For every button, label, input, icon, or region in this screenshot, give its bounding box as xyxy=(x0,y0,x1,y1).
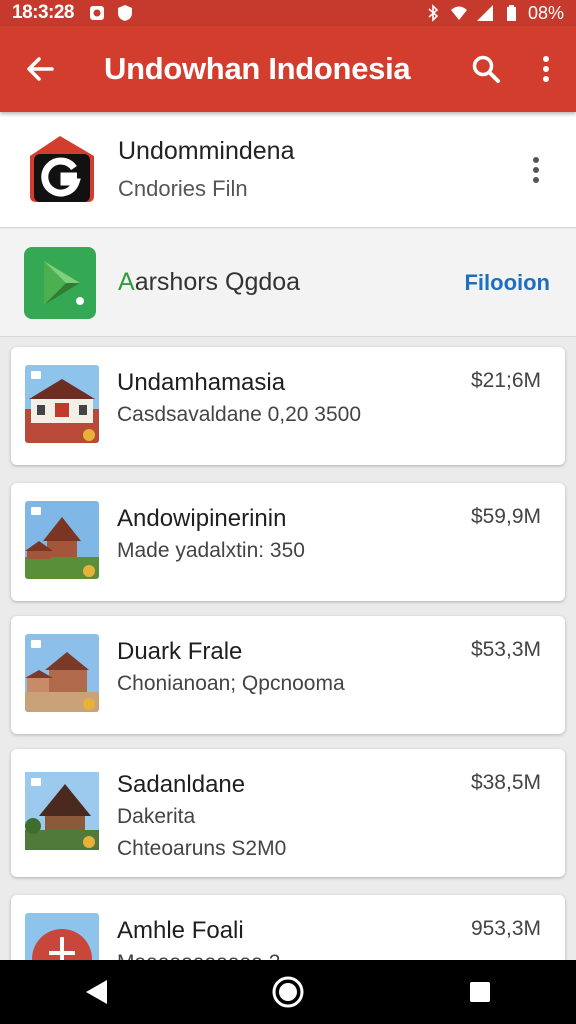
nav-home-icon xyxy=(272,976,304,1008)
follow-link[interactable]: Filooion xyxy=(464,270,550,296)
battery-percent: 08% xyxy=(527,2,564,23)
app-bar: Undowhan Indonesia xyxy=(0,26,576,112)
listing-name: Sadanldane xyxy=(117,771,246,798)
listing-thumbnail xyxy=(25,634,99,712)
promo-row[interactable]: Aarshors Qgdoa Filooion xyxy=(0,229,576,337)
developer-header[interactable]: Undommindena Cndories Filn xyxy=(0,112,576,228)
listing-price: $21;6M xyxy=(470,369,541,392)
listing-card[interactable]: Duark Frale $53,3M Chonianoan; Qpcnooma xyxy=(11,616,565,734)
developer-subtitle: Cndories Filn xyxy=(118,176,248,201)
promo-label: Aarshors Qgdoa xyxy=(118,268,301,296)
listing-detail-secondary: Chteoaruns S2M0 xyxy=(117,837,287,860)
listing-detail: Chonianoan; Qpcnooma xyxy=(117,672,345,695)
bluetooth-icon xyxy=(428,4,439,22)
app-logo-icon xyxy=(30,135,94,202)
nav-recents-icon xyxy=(470,982,490,1002)
nav-recents-button[interactable] xyxy=(440,960,520,1024)
battery-icon xyxy=(506,5,516,21)
listing-price: $53,3M xyxy=(470,638,541,661)
search-icon xyxy=(472,55,500,83)
developer-name: Undommindena xyxy=(118,137,295,165)
listing-card[interactable]: Andowipinerinin $59,9M Made yadalxtin: 3… xyxy=(11,483,565,601)
listing-name: Amhle Foali xyxy=(117,917,244,944)
listing-thumbnail xyxy=(25,365,99,443)
header-more-button[interactable] xyxy=(506,140,566,200)
listing-detail: Made yadalxtin: 350 xyxy=(117,539,305,562)
more-vertical-icon xyxy=(543,56,549,82)
listing-thumbnail xyxy=(25,501,99,579)
listing-detail: Casdsavaldane 0,20 3500 xyxy=(117,403,362,426)
search-button[interactable] xyxy=(456,26,516,112)
nav-back-icon xyxy=(86,980,107,1004)
play-store-icon xyxy=(24,246,96,319)
back-arrow-icon xyxy=(27,57,54,81)
back-button[interactable] xyxy=(0,26,80,112)
wifi-icon xyxy=(450,6,467,20)
overflow-menu-button[interactable] xyxy=(516,26,576,112)
listing-price: $38,5M xyxy=(470,771,541,794)
notification-icon xyxy=(90,6,104,20)
listing-card[interactable]: Sadanldane $38,5M Dakerita Chteoaruns S2… xyxy=(11,749,565,877)
status-time: 18:3:28 xyxy=(12,2,75,23)
listing-price: $59,9M xyxy=(470,505,541,528)
signal-icon xyxy=(476,5,493,21)
nav-back-button[interactable] xyxy=(56,960,136,1024)
nav-home-button[interactable] xyxy=(248,960,328,1024)
listing-card[interactable]: Undamhamasia $21;6M Casdsavaldane 0,20 3… xyxy=(11,347,565,465)
listing-thumbnail xyxy=(25,772,99,850)
shield-icon xyxy=(118,5,132,21)
listing-price: 953,3M xyxy=(470,917,541,940)
status-bar: 18:3:28 08% xyxy=(0,0,576,26)
listing-name: Undamhamasia xyxy=(117,369,286,396)
listing-detail: Dakerita xyxy=(117,805,196,828)
page-title: Undowhan Indonesia xyxy=(104,51,411,86)
system-nav-bar xyxy=(0,960,576,1024)
more-vertical-icon xyxy=(533,156,539,183)
listing-name: Andowipinerinin xyxy=(117,505,287,532)
listing-name: Duark Frale xyxy=(117,638,243,665)
